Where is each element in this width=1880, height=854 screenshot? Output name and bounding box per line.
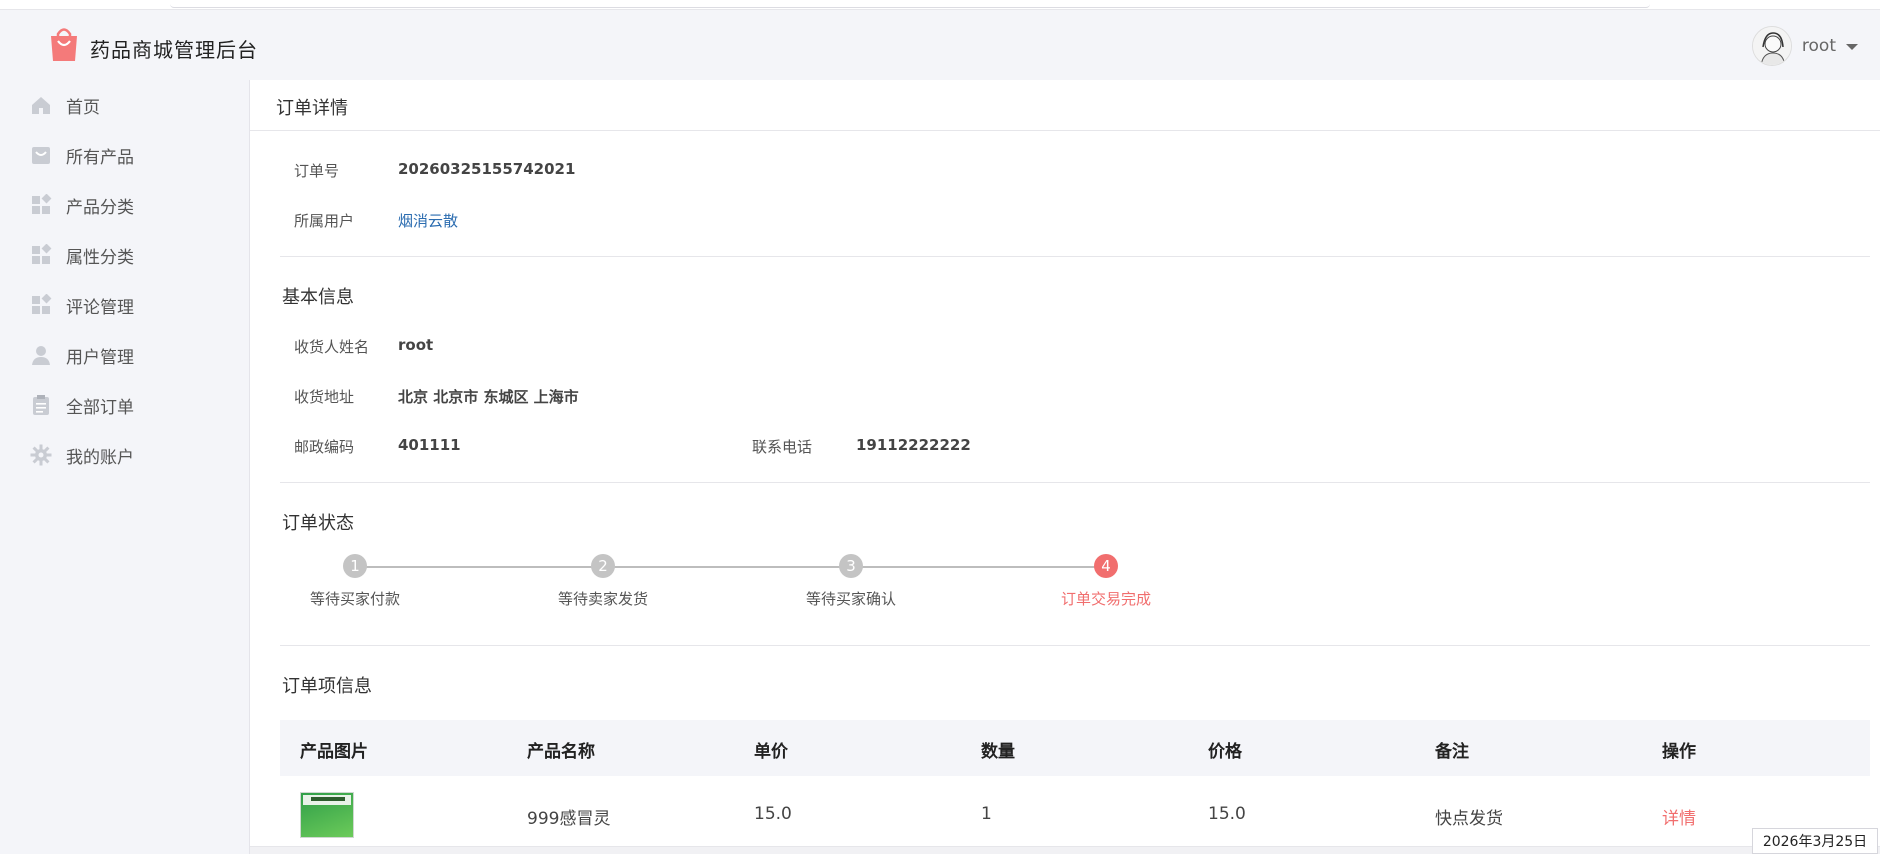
- grid-icon: [30, 194, 52, 216]
- step-label: 等待买家确认: [805, 590, 896, 608]
- product-box-text-strip: [311, 797, 345, 801]
- basic-info-title: 基本信息: [282, 287, 354, 308]
- sidebar-item-label: 所有产品: [66, 147, 134, 168]
- page-title: 订单详情: [276, 98, 348, 119]
- sidebar-item-label: 属性分类: [66, 247, 134, 268]
- order-status-title: 订单状态: [282, 513, 354, 534]
- phone-value: 19112222222: [856, 436, 971, 454]
- sidebar-item-all-products[interactable]: 所有产品: [0, 130, 250, 180]
- column-header: 产品图片: [300, 742, 368, 762]
- column-header: 操作: [1662, 742, 1696, 762]
- avatar[interactable]: [1751, 26, 1792, 66]
- sidebar-item-label: 用户管理: [66, 347, 134, 368]
- date-display: 2026年3月25日: [1752, 828, 1878, 854]
- app-brand: 药品商城管理后台: [90, 38, 258, 62]
- sidebar-item-user-management[interactable]: 用户管理: [0, 330, 250, 380]
- avatar-icon: [1752, 27, 1791, 65]
- main-content: 订单详情 订单号 20260325155742021 所属用户 烟消云散 基本信…: [250, 80, 1880, 854]
- sidebar-item-attribute-category[interactable]: 属性分类: [0, 230, 250, 280]
- order-number-value: 20260325155742021: [398, 160, 576, 178]
- step-connector-line: [355, 566, 1107, 568]
- step-number: 3: [839, 554, 863, 578]
- sidebar-item-review-management[interactable]: 评论管理: [0, 280, 250, 330]
- sidebar-item-product-category[interactable]: 产品分类: [0, 180, 250, 230]
- product-image: [300, 792, 354, 838]
- step-label: 订单交易完成: [1060, 590, 1151, 608]
- order-items-table-header: 产品图片 产品名称 单价 数量 价格 备注 操作: [280, 720, 1870, 776]
- clipboard-icon: [30, 394, 52, 416]
- order-number-label: 订单号: [294, 162, 340, 180]
- gear-icon: [30, 444, 52, 466]
- step-number: 2: [591, 554, 615, 578]
- shopping-bag-logo-icon: [51, 28, 77, 61]
- address-value: 北京 北京市 东城区 上海市: [398, 388, 579, 406]
- status-step-1: 1 等待买家付款: [280, 546, 430, 616]
- unit-price: 15.0: [754, 804, 792, 824]
- note: 快点发货: [1435, 809, 1503, 829]
- step-label: 等待卖家发货: [557, 590, 648, 608]
- user-menu[interactable]: root: [1751, 24, 1858, 68]
- status-step-2: 2 等待卖家发货: [528, 546, 678, 616]
- step-number: 4: [1094, 554, 1118, 578]
- order-items-title: 订单项信息: [282, 676, 372, 697]
- price: 15.0: [1208, 804, 1246, 824]
- footer-strip: [250, 846, 1880, 854]
- detail-link[interactable]: 详情: [1662, 804, 1696, 829]
- grid-icon: [30, 244, 52, 266]
- divider: [250, 130, 1880, 131]
- order-owner-link[interactable]: 烟消云散: [398, 210, 458, 231]
- divider: [280, 645, 1870, 646]
- grid-icon: [30, 294, 52, 316]
- column-header: 价格: [1208, 742, 1242, 762]
- sidebar-item-label: 我的账户: [66, 447, 134, 468]
- sidebar-item-home[interactable]: 首页: [0, 80, 250, 130]
- quantity: 1: [981, 804, 992, 824]
- header: 药品商城管理后台 root: [0, 10, 1880, 80]
- sidebar-item-label: 首页: [66, 97, 100, 118]
- address-label: 收货地址: [294, 388, 355, 406]
- zip-value: 401111: [398, 436, 461, 454]
- product-name: 999感冒灵: [527, 809, 611, 829]
- sidebar: 首页 所有产品 产品分类 属性分类 评论管理 用户管理 全部订单 我的账户: [0, 80, 250, 854]
- order-owner-label: 所属用户: [294, 212, 355, 230]
- order-status-steps: 1 等待买家付款 2 等待卖家发货 3 等待买家确认 4 订单交易完成: [280, 546, 1180, 616]
- sidebar-item-label: 评论管理: [66, 297, 134, 318]
- column-header: 数量: [981, 742, 1015, 762]
- column-header: 备注: [1435, 742, 1469, 762]
- column-header: 单价: [754, 742, 788, 762]
- receiver-value: root: [398, 336, 434, 354]
- divider: [280, 256, 1870, 257]
- sidebar-item-label: 产品分类: [66, 197, 134, 218]
- receiver-label: 收货人姓名: [294, 338, 370, 356]
- chevron-down-icon[interactable]: [1846, 44, 1858, 50]
- step-number: 1: [343, 554, 367, 578]
- zip-label: 邮政编码: [294, 438, 355, 456]
- top-bar: [170, 0, 1650, 8]
- user-name[interactable]: root: [1802, 36, 1836, 56]
- divider: [280, 482, 1870, 483]
- sidebar-item-label: 全部订单: [66, 397, 134, 418]
- sidebar-item-all-orders[interactable]: 全部订单: [0, 380, 250, 430]
- home-icon: [30, 94, 52, 116]
- status-step-4: 4 订单交易完成: [1031, 546, 1181, 616]
- top-strip: [0, 0, 1880, 10]
- column-header: 产品名称: [527, 742, 595, 762]
- phone-label: 联系电话: [752, 438, 813, 456]
- bag-icon: [30, 144, 52, 166]
- user-icon: [30, 344, 52, 366]
- step-label: 等待买家付款: [309, 590, 400, 608]
- status-step-3: 3 等待买家确认: [776, 546, 926, 616]
- sidebar-item-my-account[interactable]: 我的账户: [0, 430, 250, 480]
